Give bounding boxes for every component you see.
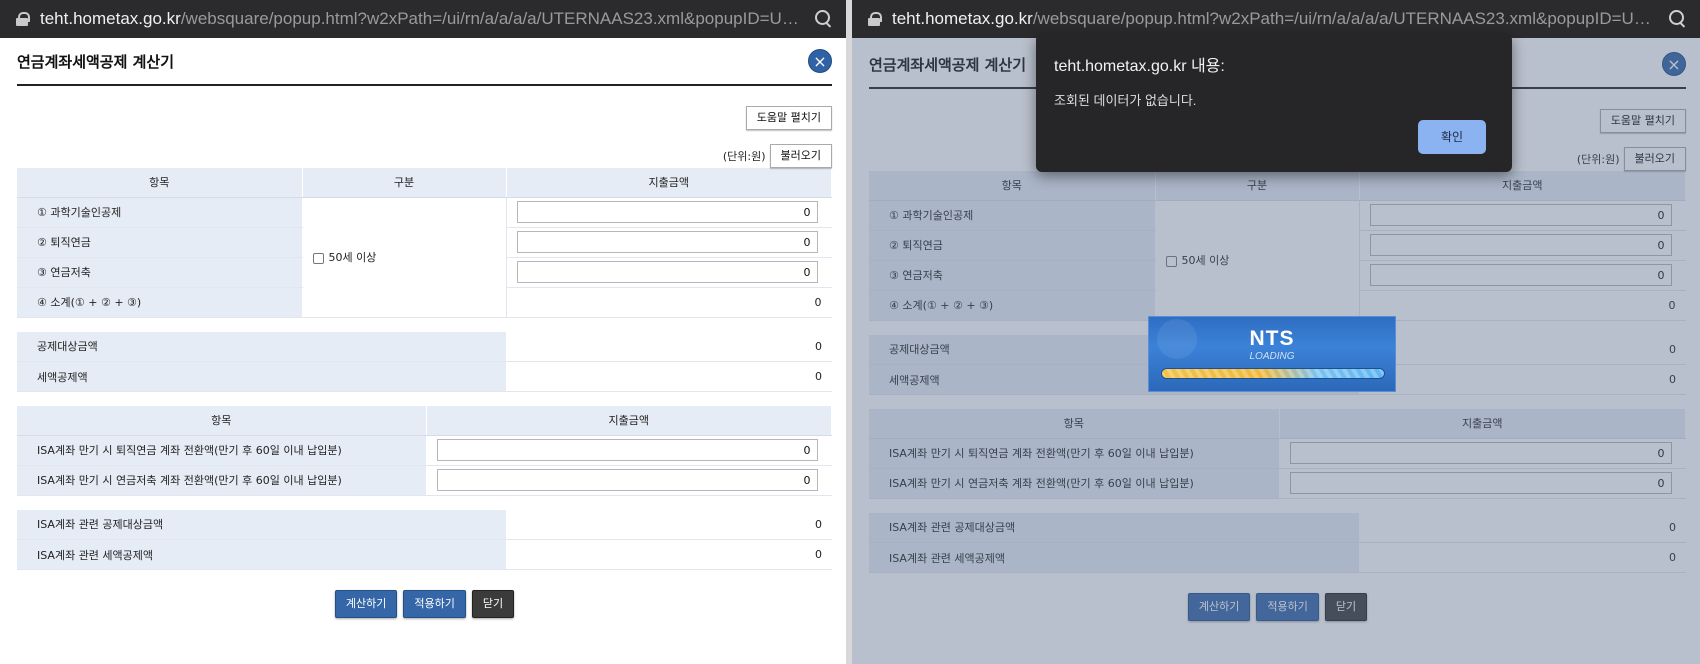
nts-logo: NTS: [1249, 327, 1295, 350]
science-tech-amount-input[interactable]: [516, 201, 818, 223]
col-header-amount: 지출금액: [506, 168, 832, 198]
action-bar: 계산하기 적용하기 닫기: [17, 590, 832, 618]
zoom-icon[interactable]: [814, 9, 834, 29]
popup-header: 연금계좌세액공제 계산기 ×: [17, 38, 832, 86]
table-row: ISA계좌 관련 공제대상금액 0: [17, 509, 832, 540]
loading-indicator: NTS LOADING: [1148, 316, 1396, 392]
checkbox-label: 50세 이상: [328, 251, 377, 264]
address-bar[interactable]: teht.hometax.go.kr/websquare/popup.html?…: [852, 0, 1700, 38]
isa-result-table: ISA계좌 관련 공제대상금액 0 ISA계좌 관련 세액공제액 0: [17, 509, 832, 570]
unit-toolbar: (단위:원) 불러오기: [17, 144, 832, 168]
pension-savings-amount-input[interactable]: [516, 261, 818, 283]
table-row: ISA계좌 만기 시 연금저축 계좌 전환액(만기 후 60일 이내 납입분): [17, 465, 832, 496]
col-header-item: 항목: [17, 168, 303, 198]
help-toggle-button[interactable]: 도움말 펼치기: [745, 106, 832, 130]
row-label: ① 과학기술인공제: [17, 197, 303, 228]
close-button[interactable]: 닫기: [471, 590, 515, 618]
load-button[interactable]: 불러오기: [769, 144, 832, 168]
url-text: teht.hometax.go.kr/websquare/popup.html?…: [892, 9, 1658, 28]
row-label: 공제대상금액: [17, 331, 507, 362]
col-header-amount: 지출금액: [426, 406, 832, 436]
pension-deduction-table: 항목 구분 지출금액 ① 과학기술인공제 50세 이상 ② 퇴직연금 ③ 연금저…: [17, 168, 832, 318]
alert-dialog: teht.hometax.go.kr 내용: 조회된 데이터가 없습니다. 확인: [1036, 34, 1512, 172]
zoom-icon[interactable]: [1668, 9, 1688, 29]
table-row: 공제대상금액 0: [17, 331, 832, 362]
table-row: ISA계좌 관련 세액공제액 0: [17, 539, 832, 570]
page-title: 연금계좌세액공제 계산기: [17, 52, 175, 71]
loading-progress-bar: [1161, 368, 1385, 379]
row-label: ISA계좌 관련 공제대상금액: [17, 509, 507, 540]
row-label: ③ 연금저축: [17, 257, 303, 288]
left-browser-window: teht.hometax.go.kr/websquare/popup.html?…: [0, 0, 846, 664]
close-icon[interactable]: ×: [808, 49, 832, 73]
calculate-button[interactable]: 계산하기: [334, 590, 398, 618]
col-header-item: 항목: [17, 406, 427, 436]
apply-button[interactable]: 적용하기: [403, 590, 466, 618]
table-row: ① 과학기술인공제 50세 이상: [17, 197, 832, 318]
right-browser-window: teht.hometax.go.kr/websquare/popup.html?…: [852, 0, 1700, 664]
row-label: ② 퇴직연금: [17, 227, 303, 258]
lock-icon: [16, 12, 30, 26]
row-value: 0: [506, 539, 832, 570]
lock-icon: [868, 12, 882, 26]
table-row: ISA계좌 만기 시 퇴직연금 계좌 전환액(만기 후 60일 이내 납입분): [17, 435, 832, 466]
age-cell: 50세 이상: [302, 197, 507, 318]
row-value: 0: [506, 361, 832, 392]
popup-page: 연금계좌세액공제 계산기 × 도움말 펼치기 (단위:원) 불러오기 항목 구분…: [0, 38, 846, 664]
row-label: ISA계좌 관련 세액공제액: [17, 539, 507, 570]
col-header-category: 구분: [302, 168, 507, 198]
isa-savings-transfer-input[interactable]: [436, 469, 818, 491]
row-label: ISA계좌 만기 시 연금저축 계좌 전환액(만기 후 60일 이내 납입분): [17, 465, 427, 496]
isa-retirement-transfer-input[interactable]: [436, 439, 818, 461]
loading-label: LOADING: [1249, 351, 1295, 362]
row-label: ④ 소계(① + ② + ③): [17, 287, 303, 318]
subtotal-value: 0: [506, 287, 832, 318]
alert-confirm-button[interactable]: 확인: [1418, 120, 1486, 154]
row-value: 0: [506, 509, 832, 540]
alert-title: teht.hometax.go.kr 내용:: [1054, 58, 1225, 75]
unit-label: (단위:원): [722, 150, 766, 163]
address-bar[interactable]: teht.hometax.go.kr/websquare/popup.html?…: [0, 0, 846, 38]
table-row: 세액공제액 0: [17, 361, 832, 392]
row-label: 세액공제액: [17, 361, 507, 392]
row-label: ISA계좌 만기 시 퇴직연금 계좌 전환액(만기 후 60일 이내 납입분): [17, 435, 427, 466]
deduction-result-table: 공제대상금액 0 세액공제액 0: [17, 331, 832, 392]
isa-transfer-table: 항목 지출금액 ISA계좌 만기 시 퇴직연금 계좌 전환액(만기 후 60일 …: [17, 406, 832, 496]
help-toolbar: 도움말 펼치기: [17, 106, 832, 130]
row-value: 0: [506, 331, 832, 362]
url-text: teht.hometax.go.kr/websquare/popup.html?…: [40, 9, 804, 28]
alert-message: 조회된 데이터가 없습니다.: [1054, 93, 1197, 108]
retirement-pension-amount-input[interactable]: [516, 231, 818, 253]
age-50-checkbox[interactable]: [312, 252, 324, 264]
